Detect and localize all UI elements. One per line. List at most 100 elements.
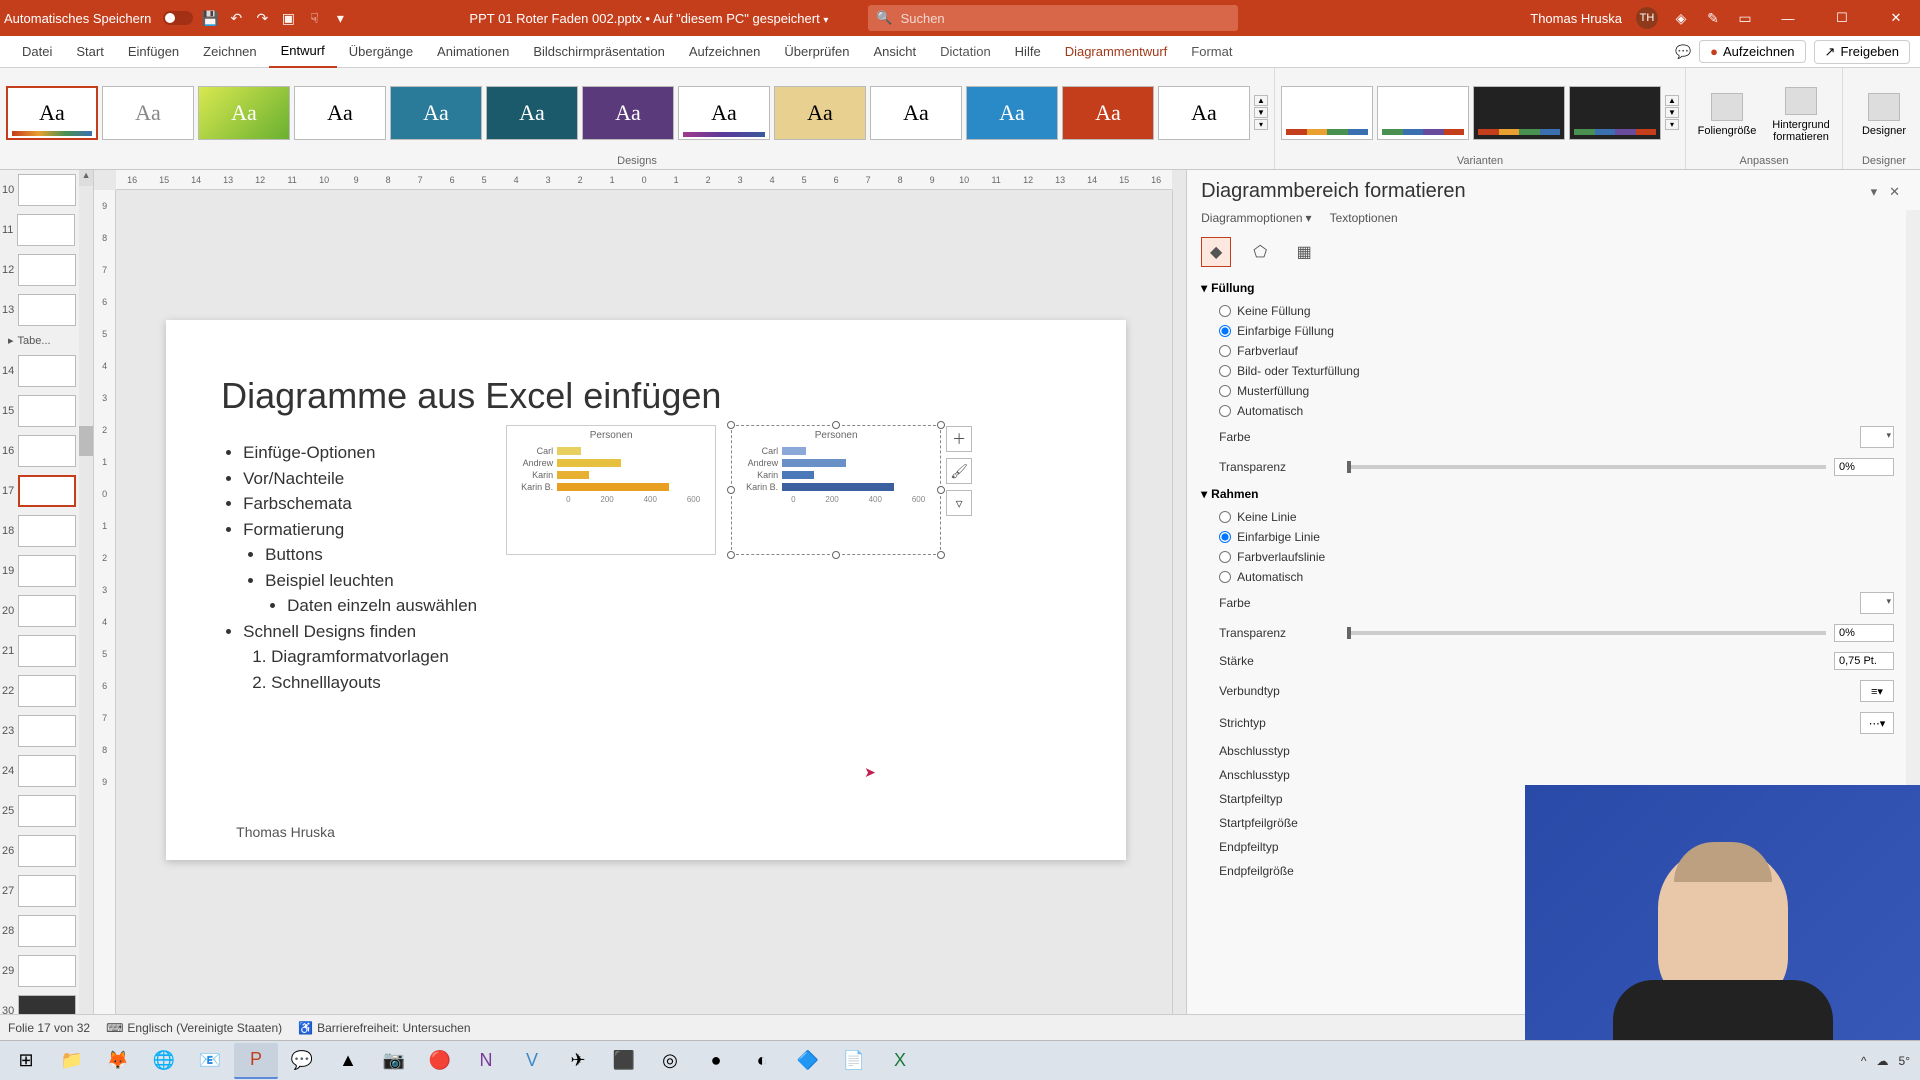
variant-1[interactable] (1281, 86, 1373, 140)
theme-thumb-8[interactable]: Aa (678, 86, 770, 140)
fill-auto[interactable]: Automatisch (1201, 401, 1894, 421)
fill-transparency-value[interactable]: 0% (1834, 458, 1894, 476)
touch-icon[interactable]: ☟ (305, 9, 323, 27)
slide-thumb-25[interactable]: 25 (0, 791, 79, 831)
maximize-button[interactable]: ☐ (1822, 0, 1862, 36)
undo-icon[interactable]: ↶ (227, 9, 245, 27)
tab-animationen[interactable]: Animationen (425, 36, 521, 68)
slide-thumb-12[interactable]: 12 (0, 250, 79, 290)
slide-thumb-17[interactable]: 17 (0, 471, 79, 511)
onenote-icon[interactable]: N (464, 1043, 508, 1079)
border-none[interactable]: Keine Linie (1201, 507, 1894, 527)
vscode-icon[interactable]: V (510, 1043, 554, 1079)
app-icon-9[interactable]: 📄 (832, 1043, 876, 1079)
pane-dropdown-icon[interactable]: ▾ (1865, 182, 1884, 202)
redo-icon[interactable]: ↷ (253, 9, 271, 27)
thumb-scrollbar[interactable]: ▲ (79, 170, 93, 1014)
app-icon-5[interactable]: ◎ (648, 1043, 692, 1079)
tab-bildschirm[interactable]: Bildschirmpräsentation (521, 36, 677, 68)
slide-canvas[interactable]: Diagramme aus Excel einfügen Einfüge-Opt… (116, 190, 1172, 1014)
diamond-icon[interactable]: ◈ (1672, 9, 1690, 27)
file-title[interactable]: PPT 01 Roter Faden 002.pptx • Auf "diese… (469, 11, 828, 26)
theme-thumb-9[interactable]: Aa (774, 86, 866, 140)
variant-3[interactable] (1473, 86, 1565, 140)
designer-button[interactable]: Designer (1849, 89, 1919, 137)
tab-uebergaenge[interactable]: Übergänge (337, 36, 425, 68)
compound-type-dropdown[interactable]: ≡▾ (1860, 680, 1894, 702)
section-header[interactable]: ▸Tabe... (0, 330, 79, 351)
theme-thumb-3[interactable]: Aa (198, 86, 290, 140)
slide-thumb-21[interactable]: 21 (0, 631, 79, 671)
dash-type-dropdown[interactable]: ⋯▾ (1860, 712, 1894, 734)
theme-gallery[interactable]: Aa Aa Aa Aa Aa Aa Aa Aa Aa Aa Aa Aa Aa ▲… (6, 72, 1268, 153)
border-color-button[interactable] (1860, 592, 1894, 614)
gallery-more[interactable]: ▾ (1254, 119, 1268, 130)
qat-more-icon[interactable]: ▾ (331, 9, 349, 27)
slide-thumb-27[interactable]: 27 (0, 871, 79, 911)
tab-dictation[interactable]: Dictation (928, 36, 1003, 68)
border-auto[interactable]: Automatisch (1201, 567, 1894, 587)
scroll-up-icon[interactable]: ▲ (79, 170, 93, 186)
present-icon[interactable]: ▣ (279, 9, 297, 27)
user-avatar[interactable]: TH (1636, 7, 1658, 29)
minimize-button[interactable]: — (1768, 0, 1808, 36)
theme-thumb-5[interactable]: Aa (390, 86, 482, 140)
explorer-icon[interactable]: 📁 (50, 1043, 94, 1079)
theme-thumb-1[interactable]: Aa (6, 86, 98, 140)
tray-expand-icon[interactable]: ^ (1861, 1054, 1867, 1068)
fill-transparency-slider[interactable] (1347, 465, 1826, 469)
slide-thumb-24[interactable]: 24 (0, 751, 79, 791)
slide-thumb-16[interactable]: 16 (0, 431, 79, 471)
app-icon-4[interactable]: ⬛ (602, 1043, 646, 1079)
share-button[interactable]: ↗Freigeben (1814, 40, 1910, 64)
chart-1[interactable]: Personen Carl Andrew Karin Karin B. 0200… (506, 425, 716, 555)
border-transparency-value[interactable]: 0% (1834, 624, 1894, 642)
border-gradient[interactable]: Farbverlaufslinie (1201, 547, 1894, 567)
border-transparency-slider[interactable] (1347, 631, 1826, 635)
border-section-header[interactable]: ▾ Rahmen (1201, 481, 1894, 507)
chart-2[interactable]: Personen Carl Andrew Karin Karin B. 0200… (731, 425, 941, 555)
variant-2[interactable] (1377, 86, 1469, 140)
app-icon-6[interactable]: ● (694, 1043, 738, 1079)
slide-thumb-22[interactable]: 22 (0, 671, 79, 711)
theme-thumb-10[interactable]: Aa (870, 86, 962, 140)
vlc-icon[interactable]: ▲ (326, 1043, 370, 1079)
horizontal-ruler[interactable]: 1615141312111098765432101234567891011121… (116, 170, 1172, 190)
tab-start[interactable]: Start (64, 36, 115, 68)
tab-datei[interactable]: Datei (10, 36, 64, 68)
variant-4[interactable] (1569, 86, 1661, 140)
tab-hilfe[interactable]: Hilfe (1003, 36, 1053, 68)
slide-thumb-26[interactable]: 26 (0, 831, 79, 871)
slide-thumb-23[interactable]: 23 (0, 711, 79, 751)
chrome-icon[interactable]: 🌐 (142, 1043, 186, 1079)
slide-thumb-14[interactable]: 14 (0, 351, 79, 391)
variant-up[interactable]: ▲ (1665, 95, 1679, 106)
app-icon-8[interactable]: 🔷 (786, 1043, 830, 1079)
slide-thumb-28[interactable]: 28 (0, 911, 79, 951)
effects-icon[interactable]: ⬠ (1245, 237, 1275, 267)
border-width-value[interactable]: 0,75 Pt. (1834, 652, 1894, 670)
record-button[interactable]: ●Aufzeichnen (1699, 40, 1805, 63)
theme-thumb-4[interactable]: Aa (294, 86, 386, 140)
language-button[interactable]: ⌨ Englisch (Vereinigte Staaten) (106, 1021, 282, 1035)
fill-color-button[interactable] (1860, 426, 1894, 448)
fill-section-header[interactable]: ▾ Füllung (1201, 275, 1894, 301)
editor-scrollbar[interactable] (1172, 190, 1186, 1014)
chart-elements-button[interactable]: ＋ (946, 426, 972, 452)
border-solid[interactable]: Einfarbige Linie (1201, 527, 1894, 547)
slide-title[interactable]: Diagramme aus Excel einfügen (221, 375, 721, 417)
size-props-icon[interactable]: ▦ (1289, 237, 1319, 267)
pen-icon[interactable]: ✎ (1704, 9, 1722, 27)
window-icon[interactable]: ▭ (1736, 9, 1754, 27)
tab-einfuegen[interactable]: Einfügen (116, 36, 191, 68)
gallery-down[interactable]: ▼ (1254, 107, 1268, 118)
theme-thumb-11[interactable]: Aa (966, 86, 1058, 140)
tab-aufzeichnen[interactable]: Aufzeichnen (677, 36, 773, 68)
app-icon-2[interactable]: 📷 (372, 1043, 416, 1079)
search-input[interactable] (901, 11, 1231, 26)
chart-styles-button[interactable]: 🖌 (946, 458, 972, 484)
user-name[interactable]: Thomas Hruska (1530, 11, 1622, 26)
theme-thumb-12[interactable]: Aa (1062, 86, 1154, 140)
slide-thumb-19[interactable]: 19 (0, 551, 79, 591)
fill-gradient[interactable]: Farbverlauf (1201, 341, 1894, 361)
